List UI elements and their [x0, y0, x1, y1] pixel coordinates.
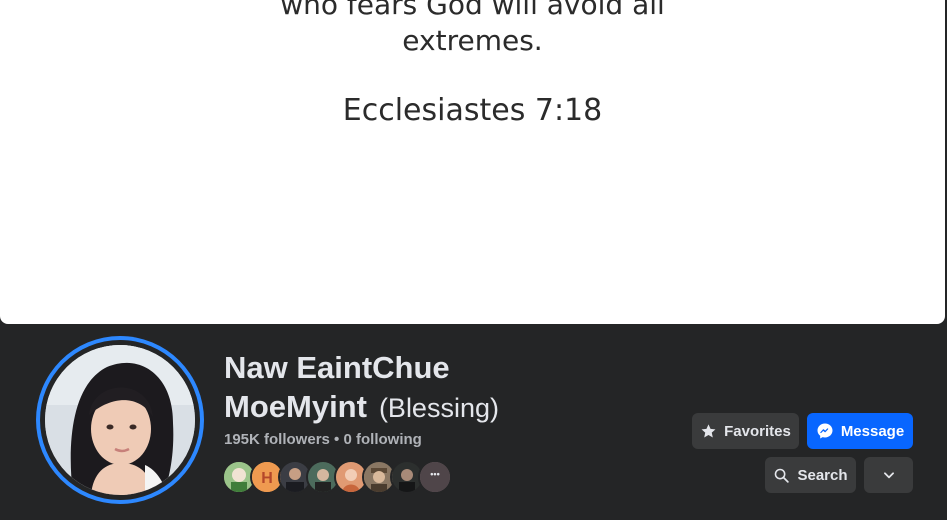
cover-quote-line-1: who fears God will avoid all: [280, 0, 665, 21]
favorites-button[interactable]: Favorites: [692, 413, 799, 449]
follow-stats: 195K followers • 0 following: [224, 431, 422, 448]
favorites-label: Favorites: [724, 422, 791, 440]
stats-separator: •: [334, 431, 340, 448]
search-icon: [773, 467, 790, 484]
cover-photo[interactable]: who fears God will avoid all extremes. E…: [0, 0, 945, 324]
message-button[interactable]: Message: [807, 413, 913, 449]
search-label: Search: [797, 466, 848, 484]
svg-text:H: H: [261, 470, 273, 487]
profile-name-line-1: Naw EaintChue: [224, 350, 450, 385]
more-friends-button[interactable]: •••: [418, 460, 452, 494]
star-icon: [700, 423, 717, 440]
cover-quote-line-2: extremes.: [402, 24, 543, 57]
more-icon: •••: [430, 469, 440, 479]
chevron-down-icon: [882, 468, 896, 482]
profile-name: Naw EaintChue MoeMyint (Blessing): [224, 348, 499, 428]
following-link[interactable]: 0 following: [343, 431, 421, 448]
message-label: Message: [840, 422, 905, 440]
messenger-icon: [816, 422, 834, 440]
profile-name-line-2-text: MoeMyint: [224, 389, 367, 424]
avatar-photo: [45, 345, 195, 495]
avatar-border: [40, 340, 200, 500]
cover-quote-reference: Ecclesiastes 7:18: [342, 93, 603, 128]
profile-name-line-2: MoeMyint (Blessing): [224, 387, 499, 428]
more-options-button[interactable]: [864, 457, 913, 493]
profile-avatar[interactable]: [36, 336, 204, 504]
search-button[interactable]: Search: [765, 457, 856, 493]
followers-link[interactable]: 195K followers: [224, 431, 330, 448]
alternate-name: (Blessing): [378, 393, 499, 423]
